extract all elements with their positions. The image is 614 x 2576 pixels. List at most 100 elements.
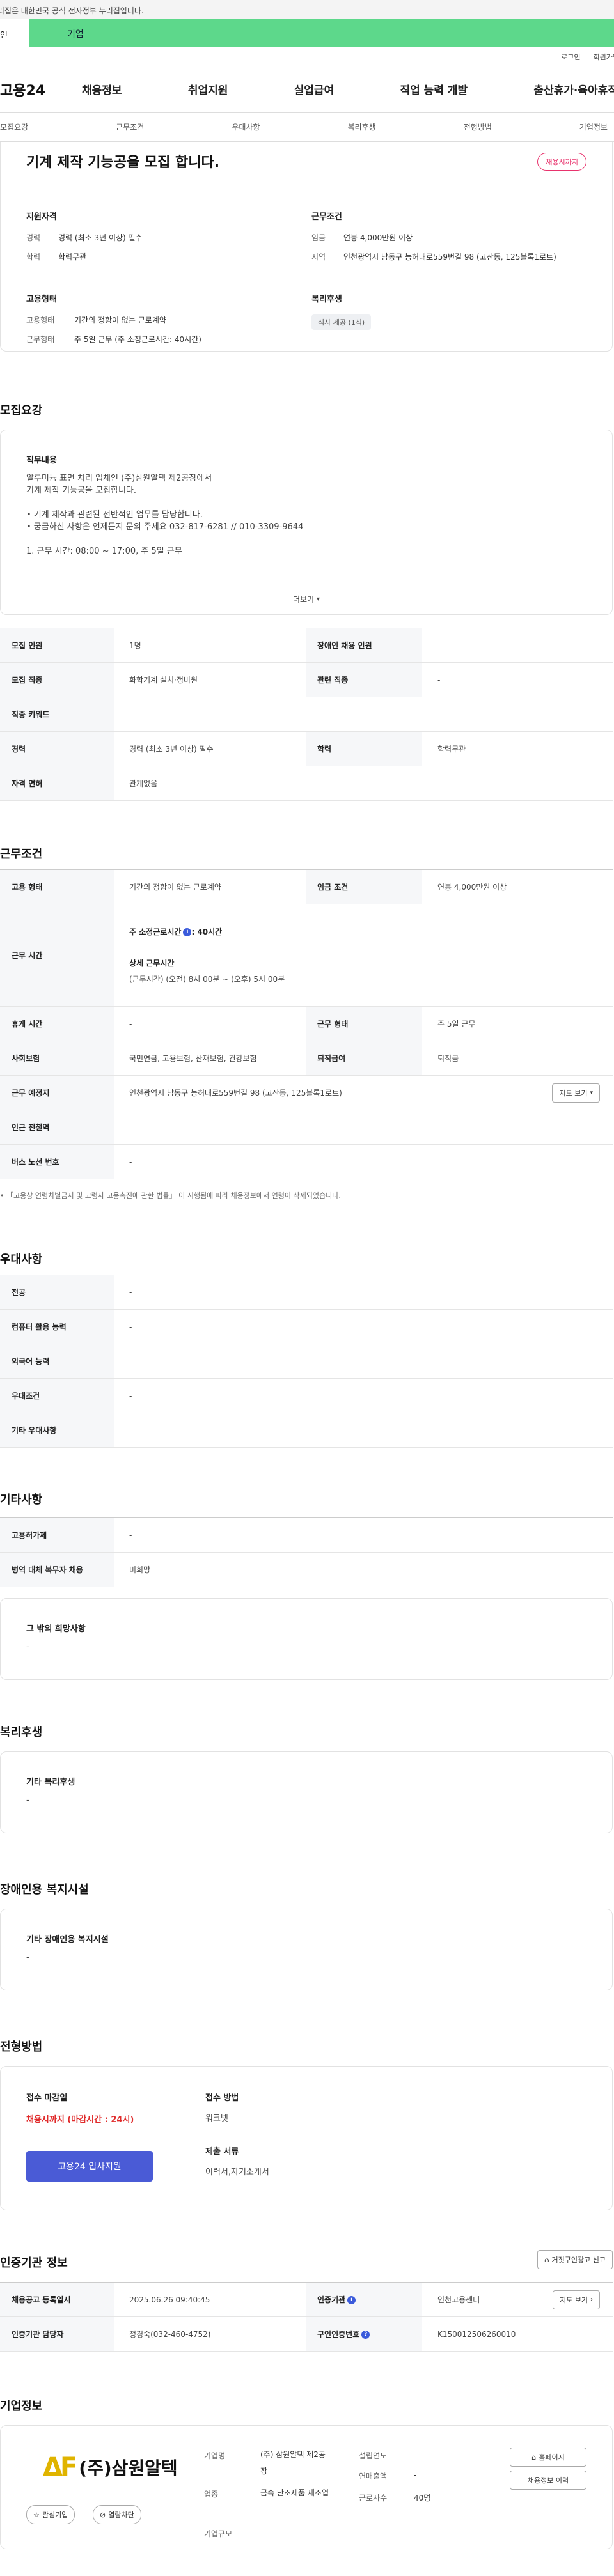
table-key: 컴퓨터 활용 능력 <box>0 1309 114 1344</box>
summary-value: 연봉 4,000만원 이상 <box>343 233 413 242</box>
agency-map-button[interactable]: 지도 보기 › <box>553 2290 600 2309</box>
welfare-heading: 복리후생 <box>311 295 342 304</box>
table-key: 장애인 채용 인원 <box>306 628 422 663</box>
summary-value: 학력무관 <box>58 252 87 261</box>
duty-line: • 궁금하신 사항은 언제든지 문의 주세요 032-817-6281 // 0… <box>26 522 304 532</box>
employment-heading: 고용형태 <box>26 295 57 304</box>
star-icon: ☆ <box>33 2510 40 2519</box>
cert-number-key: 구인인증번호? <box>306 2316 422 2352</box>
table-value: 주 5일 근무 <box>422 1006 613 1041</box>
table-value: - <box>114 697 613 732</box>
disabled-facility-label: 기타 장애인용 복지시설 <box>26 1935 109 1944</box>
chevron-down-icon: ▾ <box>317 596 320 603</box>
table-key: 외국어 능력 <box>0 1344 114 1379</box>
more-button[interactable]: 더보기 ▾ <box>1 584 612 614</box>
table-value: - <box>114 1309 613 1344</box>
table-row: 자격 면허 관계없음 <box>0 766 613 801</box>
table-row: 직종 키워드 - <box>0 697 613 732</box>
tab-personal[interactable]: 개인 <box>0 19 29 47</box>
interest-company-button[interactable]: ☆ 관심기업 <box>26 2505 75 2524</box>
staff-count-value: 40명 <box>414 2494 431 2502</box>
job-history-button[interactable]: 채용정보 이력 <box>510 2471 586 2490</box>
table-key: 인근 전철역 <box>0 1110 114 1145</box>
table-key: 퇴직급여 <box>306 1041 422 1076</box>
table-value: 연봉 4,000만원 이상 <box>422 869 613 904</box>
report-fake-ad-button[interactable]: ⌂ 거짓구인광고 신고 <box>537 2250 613 2269</box>
table-key: 근무 시간 <box>0 904 114 1007</box>
company-name-value: (주) 삼원알텍 제2공장 <box>260 2450 326 2476</box>
table-key: 근무 형태 <box>306 1006 422 1041</box>
table-value: 관계없음 <box>114 766 613 801</box>
homepage-button[interactable]: ⌂ 홈페이지 <box>510 2448 586 2467</box>
table-value: 학력무관 <box>422 731 613 766</box>
table-key: 자격 면허 <box>0 766 114 801</box>
duty-line: 1. 근무 시간: 08:00 ~ 17:00, 주 5일 근무 <box>26 547 182 556</box>
summary-key: 경력 <box>26 233 41 242</box>
more-label: 더보기 <box>292 595 315 604</box>
block-view-button[interactable]: ⊘ 열람차단 <box>93 2505 141 2524</box>
subnav-recruit[interactable]: 모집요강 <box>0 121 28 132</box>
table-key: 모집 인원 <box>0 628 114 663</box>
subnav-welfare[interactable]: 복리후생 <box>347 121 375 132</box>
subnav-work[interactable]: 근무조건 <box>116 121 144 132</box>
table-row: 버스 노선 번호 - <box>0 1144 613 1179</box>
info-icon[interactable]: i <box>347 2296 356 2304</box>
section-subnav: 모집요강 근무조건 우대사항 복리후생 전형방법 기업정보 <box>0 113 614 142</box>
help-icon[interactable]: ? <box>361 2331 370 2339</box>
table-key: 휴게 시간 <box>0 1006 114 1041</box>
nav-unemployment-benefit[interactable]: 실업급여 <box>294 81 335 97</box>
table-row: 외국어 능력 - <box>0 1344 613 1379</box>
table-key: 버스 노선 번호 <box>0 1144 114 1179</box>
home-icon: ⌂ <box>531 2453 537 2462</box>
table-key: 임금 조건 <box>306 869 422 904</box>
nav-training[interactable]: 직업 능력 개발 <box>400 81 468 97</box>
table-row: 사회보험 국민연금, 고용보험, 산재보험, 건강보험 퇴직급여 퇴직금 <box>0 1041 613 1076</box>
nav-jobs[interactable]: 채용정보 <box>82 81 122 97</box>
login-link[interactable]: 로그인 <box>561 52 580 62</box>
sales-value: - <box>414 2471 417 2479</box>
table-row: 모집 인원 1명 장애인 채용 인원 - <box>0 628 613 663</box>
table-row: 근무 시간 주 소정근로시간 i: 40시간 상세 근무시간 (근무시간) (오전… <box>0 904 613 1007</box>
table-key: 모집 직종 <box>0 662 114 697</box>
table-value: 기간의 정함이 없는 근로계약 <box>114 869 306 904</box>
industry-key: 업종 <box>204 2490 219 2499</box>
info-icon[interactable]: i <box>183 928 192 936</box>
selection-card: 접수 마감일 채용시까지 (마감시간 : 24시) 고용24 입사지원 접수 방… <box>0 2066 613 2210</box>
subnav-pref[interactable]: 우대사항 <box>232 121 260 132</box>
map-button[interactable]: 지도 보기 ▾ <box>552 1083 600 1103</box>
tab-company[interactable]: 기업 <box>29 19 614 47</box>
site-logo[interactable]: 고용24 <box>0 79 82 100</box>
table-key: 직종 키워드 <box>0 697 114 732</box>
welfare-section-title: 복리후생 <box>0 1726 43 1739</box>
nav-parental-leave[interactable]: 출산휴가·육아휴직 <box>533 81 614 97</box>
subnav-company[interactable]: 기업정보 <box>579 121 608 132</box>
table-value: 화학기계 설치·정비원 <box>114 662 306 697</box>
method-value: 워크넷 <box>205 2114 228 2123</box>
signup-link[interactable]: 회원가입 <box>594 52 614 62</box>
table-row: 휴게 시간 - 근무 형태 주 5일 근무 <box>0 1006 613 1041</box>
method-label: 접수 방법 <box>205 2093 239 2103</box>
chevron-down-icon: ▾ <box>590 1089 593 1096</box>
employment-type-block: 고용형태 고용형태 기간의 정함이 없는 근로계약 근무형태 주 5일 근무 (주 … <box>26 292 311 353</box>
job-summary-card: 기계 제작 기능공을 모집 합니다. 채용시까지 지원자격 경력 경력 (최소 3… <box>0 142 613 352</box>
size-value: - <box>260 2528 264 2537</box>
job-title: 기계 제작 기능공을 모집 합니다. <box>26 155 220 171</box>
duty-line: • 기계 제작과 관련된 전반적인 업무를 담당합니다. <box>26 510 203 520</box>
table-key: 병역 대체 복무자 채용 <box>0 1552 114 1587</box>
condition-block: 근무조건 임금 연봉 4,000만원 이상 지역 인천광역시 남동구 능허대로559… <box>311 210 597 270</box>
hours-cell: 주 소정근로시간 i: 40시간 상세 근무시간 (근무시간) (오전) 8시 0… <box>114 904 613 1007</box>
chevron-right-icon: › <box>590 2296 593 2303</box>
agency-value: 인천고용센터 <box>437 2295 480 2304</box>
subnav-selection[interactable]: 전형방법 <box>464 121 492 132</box>
hours-detail-label: 상세 근무시간 <box>129 959 175 968</box>
welfare-value: - <box>26 1796 29 1805</box>
table-key: 전공 <box>0 1275 114 1310</box>
utility-bar: 로그인 회원가입 <box>0 47 614 66</box>
duty-label: 직무내용 <box>26 456 57 465</box>
table-key: 학력 <box>306 731 422 766</box>
company-logo-text: (주)삼원알텍 <box>79 2458 178 2479</box>
work-table: 고용 형태 기간의 정함이 없는 근로계약 임금 조건 연봉 4,000만원 이… <box>0 869 613 1179</box>
nav-employment-support[interactable]: 취업지원 <box>188 81 228 97</box>
apply-button[interactable]: 고용24 입사지원 <box>26 2151 153 2182</box>
summary-key: 고용형태 <box>26 316 55 325</box>
